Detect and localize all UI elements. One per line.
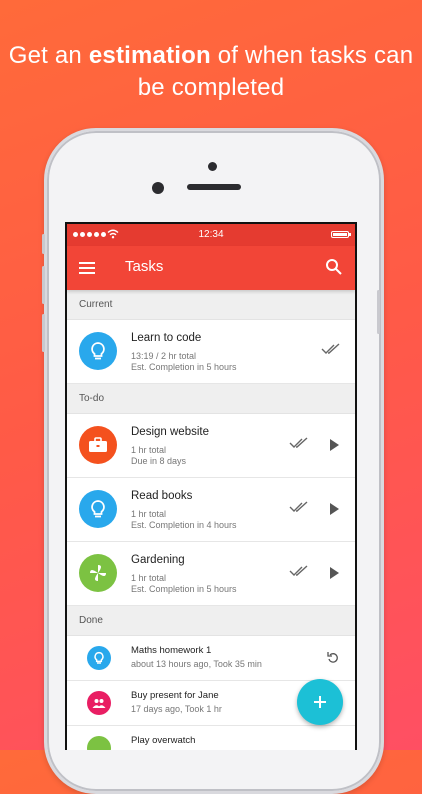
phone-camera [152,182,164,194]
phone-mute-switch [42,234,45,254]
task-name: Gardening [131,554,185,566]
headline-bold: estimation [88,42,211,69]
battery-icon [331,231,351,238]
app-bar: Tasks [67,246,355,290]
people-icon [87,691,111,715]
play-icon[interactable] [329,567,339,579]
task-estimate: Est. Completion in 4 hours [131,520,237,530]
promo-headline: Get an estimation of when tasks can be c… [0,40,422,104]
play-icon[interactable] [329,503,339,515]
task-detail: 13:19 / 2 hr total [131,351,197,361]
lightbulb-icon [79,490,117,528]
phone-power-button [377,290,380,334]
todo-task-row[interactable]: Read books 1 hr total Est. Completion in… [67,478,355,542]
app-screen: 12:34 Tasks Current Learn to code 13:19 … [65,222,357,750]
double-check-icon[interactable] [321,343,341,355]
pinwheel-icon [79,554,117,592]
done-task-row[interactable]: Maths homework 1 about 13 hours ago, Too… [67,636,355,681]
task-detail: 1 hr total [131,509,167,519]
headline-pre: Get an [8,42,89,69]
search-icon[interactable] [325,258,343,276]
phone-sensor [208,162,217,171]
game-icon [87,736,111,750]
play-icon[interactable] [329,439,339,451]
task-detail: 1 hr total [131,573,167,583]
task-name: Read books [131,490,193,502]
task-name: Play overwatch [131,735,196,746]
phone-volume-up [42,266,45,304]
task-detail: about 13 hours ago, Took 35 min [131,659,262,669]
todo-task-row[interactable]: Gardening 1 hr total Est. Completion in … [67,542,355,606]
task-estimate: Est. Completion in 5 hours [131,584,237,594]
lightbulb-icon [79,332,117,370]
status-time: 12:34 [198,229,224,240]
done-task-row[interactable]: Play overwatch [67,726,355,750]
section-done: Done [67,606,355,636]
section-todo: To-do [67,384,355,414]
task-name: Design website [131,426,209,438]
app-title: Tasks [125,258,164,275]
task-name: Learn to code [131,332,202,344]
task-estimate: Est. Completion in 5 hours [131,362,237,372]
double-check-icon[interactable] [289,565,309,577]
double-check-icon[interactable] [289,501,309,513]
task-due: Due in 8 days [131,456,187,466]
add-task-button[interactable] [297,679,343,725]
double-check-icon[interactable] [289,437,309,449]
task-detail: 1 hr total [131,445,167,455]
status-bar: 12:34 [67,224,355,246]
phone-volume-down [42,314,45,352]
current-task-row[interactable]: Learn to code 13:19 / 2 hr total Est. Co… [67,320,355,384]
briefcase-icon [79,426,117,464]
undo-icon[interactable] [327,651,339,663]
task-detail: 17 days ago, Took 1 hr [131,704,222,714]
task-name: Buy present for Jane [131,690,219,701]
todo-task-row[interactable]: Design website 1 hr total Due in 8 days [67,414,355,478]
lightbulb-icon [87,646,111,670]
plus-icon [314,696,326,708]
section-current: Current [67,290,355,320]
task-name: Maths homework 1 [131,645,212,656]
phone-speaker [187,184,241,190]
menu-icon[interactable] [79,262,95,274]
